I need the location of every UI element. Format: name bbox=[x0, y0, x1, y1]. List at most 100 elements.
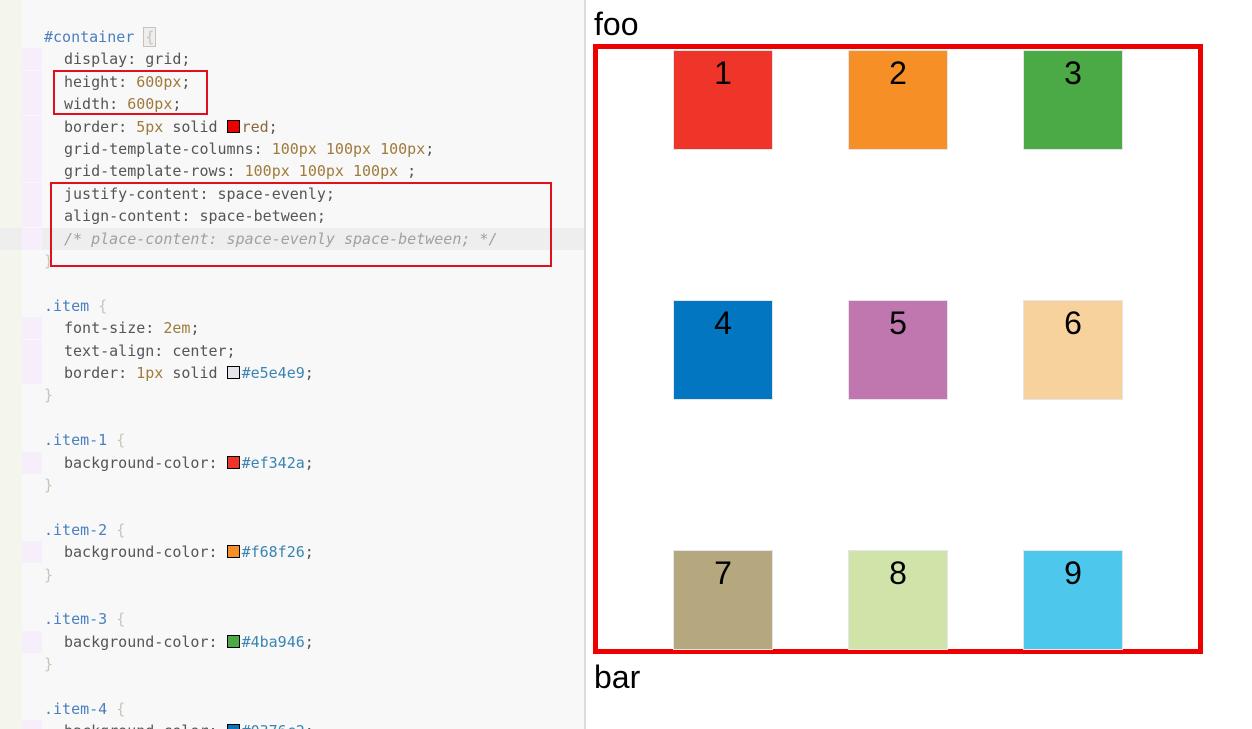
code-token: ; bbox=[305, 722, 314, 729]
code-text: .item { bbox=[44, 295, 107, 317]
indent-guide bbox=[22, 698, 42, 720]
code-token: .item-3 bbox=[44, 610, 108, 629]
code-text: background-color: #0376c2; bbox=[64, 720, 314, 729]
code-token: #4ba946 bbox=[241, 632, 305, 651]
code-token: ; bbox=[304, 632, 314, 651]
grid-item-5: 5 bbox=[848, 300, 948, 400]
code-editor[interactable]: #container {display: grid; height: 600px;… bbox=[0, 0, 584, 729]
code-line[interactable]: .item-2 { bbox=[0, 519, 584, 541]
code-line[interactable]: } bbox=[0, 384, 584, 406]
code-token: background-color: bbox=[64, 453, 227, 472]
indent-guide bbox=[22, 564, 42, 586]
code-token: .item bbox=[44, 296, 90, 315]
code-text: display: grid; bbox=[64, 48, 190, 70]
indent-guide bbox=[22, 586, 42, 608]
foo-text: foo bbox=[594, 6, 639, 42]
color-swatch[interactable] bbox=[226, 455, 240, 469]
code-token: ; bbox=[304, 364, 314, 382]
code-line[interactable]: background-color: #4ba946; bbox=[0, 630, 584, 653]
code-token: } bbox=[44, 655, 54, 674]
code-line[interactable]: background-color: #f68f26; bbox=[0, 541, 584, 564]
code-line[interactable]: #container { bbox=[0, 26, 584, 48]
indent-guide bbox=[22, 608, 42, 630]
code-line[interactable]: } bbox=[0, 564, 584, 586]
code-token: } bbox=[44, 565, 54, 584]
code-token: background-color: bbox=[64, 632, 227, 651]
grid-item-9: 9 bbox=[1023, 550, 1123, 650]
code-line[interactable]: .item-3 { bbox=[0, 608, 584, 630]
code-token: 5px bbox=[136, 117, 164, 136]
code-text: text-align: center; bbox=[64, 340, 236, 362]
code-token: font-size: bbox=[64, 319, 164, 338]
code-line[interactable] bbox=[0, 407, 584, 429]
code-line[interactable]: grid-template-rows: 100px 100px 100px ; bbox=[0, 160, 584, 183]
code-token: ; bbox=[304, 453, 314, 472]
indent-guide bbox=[22, 182, 42, 205]
code-line[interactable]: grid-template-columns: 100px 100px 100px… bbox=[0, 138, 584, 160]
indent-guide bbox=[22, 138, 42, 160]
code-line[interactable]: text-align: center; bbox=[0, 339, 584, 362]
code-token: display: grid; bbox=[64, 50, 191, 69]
code-token: background-color: bbox=[64, 543, 227, 562]
code-line[interactable] bbox=[0, 586, 584, 608]
indent-guide bbox=[22, 429, 42, 451]
code-line[interactable]: .item { bbox=[0, 295, 584, 317]
color-swatch[interactable] bbox=[226, 545, 240, 559]
indent-guide bbox=[22, 70, 42, 93]
code-line[interactable]: font-size: 2em; bbox=[0, 317, 584, 340]
code-token: { bbox=[116, 520, 126, 539]
indent-guide bbox=[22, 407, 42, 429]
code-line[interactable]: border: 1px solid #e5e4e9; bbox=[0, 362, 584, 384]
color-swatch[interactable] bbox=[226, 119, 240, 133]
code-line[interactable] bbox=[0, 272, 584, 294]
code-line[interactable]: .item-4 { bbox=[0, 698, 584, 720]
code-text: } bbox=[44, 474, 53, 496]
indent-guide bbox=[22, 496, 42, 518]
code-line[interactable]: } bbox=[0, 653, 584, 675]
code-token: } bbox=[44, 386, 54, 405]
code-line[interactable]: border: 5px solid red; bbox=[0, 115, 584, 138]
code-text: font-size: 2em; bbox=[64, 317, 199, 339]
code-token: { bbox=[98, 296, 108, 315]
color-swatch[interactable] bbox=[226, 724, 240, 729]
code-token: solid bbox=[163, 364, 227, 382]
code-token: background-color: bbox=[64, 722, 227, 729]
code-token: ; bbox=[268, 117, 278, 136]
code-line[interactable] bbox=[0, 676, 584, 698]
code-token: { bbox=[116, 610, 126, 629]
indent-guide bbox=[22, 317, 42, 340]
code-token: #f68f26 bbox=[241, 543, 305, 562]
indent-guide bbox=[22, 48, 42, 71]
code-line[interactable]: } bbox=[0, 474, 584, 496]
code-line[interactable]: .item-1 { bbox=[0, 429, 584, 451]
grid-item-1: 1 bbox=[673, 50, 773, 150]
indent-guide bbox=[22, 205, 42, 228]
indent-guide bbox=[22, 295, 42, 317]
grid-item-2: 2 bbox=[848, 50, 948, 150]
code-token: grid-template-columns: bbox=[64, 140, 272, 158]
color-swatch[interactable] bbox=[226, 366, 240, 379]
code-token: red bbox=[241, 117, 269, 136]
indent-guide bbox=[22, 676, 42, 698]
code-line[interactable] bbox=[0, 496, 584, 518]
code-token: { bbox=[116, 431, 126, 450]
code-token: #ef342a bbox=[241, 453, 305, 472]
indent-guide bbox=[22, 653, 42, 675]
code-line[interactable]: display: grid; bbox=[0, 48, 584, 71]
indent-guide bbox=[22, 115, 42, 138]
grid-container: 123 456 789 bbox=[593, 44, 1203, 654]
highlight-box-size bbox=[53, 70, 208, 115]
indent-guide bbox=[22, 362, 42, 384]
code-token: border: bbox=[64, 117, 137, 136]
indent-guide bbox=[22, 541, 42, 564]
code-line[interactable]: background-color: #ef342a; bbox=[0, 451, 584, 474]
code-token: grid-template-rows: bbox=[64, 162, 245, 181]
code-token: ; bbox=[398, 162, 417, 181]
color-swatch[interactable] bbox=[226, 634, 240, 648]
code-line[interactable]: background-color: #0376c2; bbox=[0, 720, 584, 729]
code-text: border: 5px solid red; bbox=[64, 116, 278, 138]
